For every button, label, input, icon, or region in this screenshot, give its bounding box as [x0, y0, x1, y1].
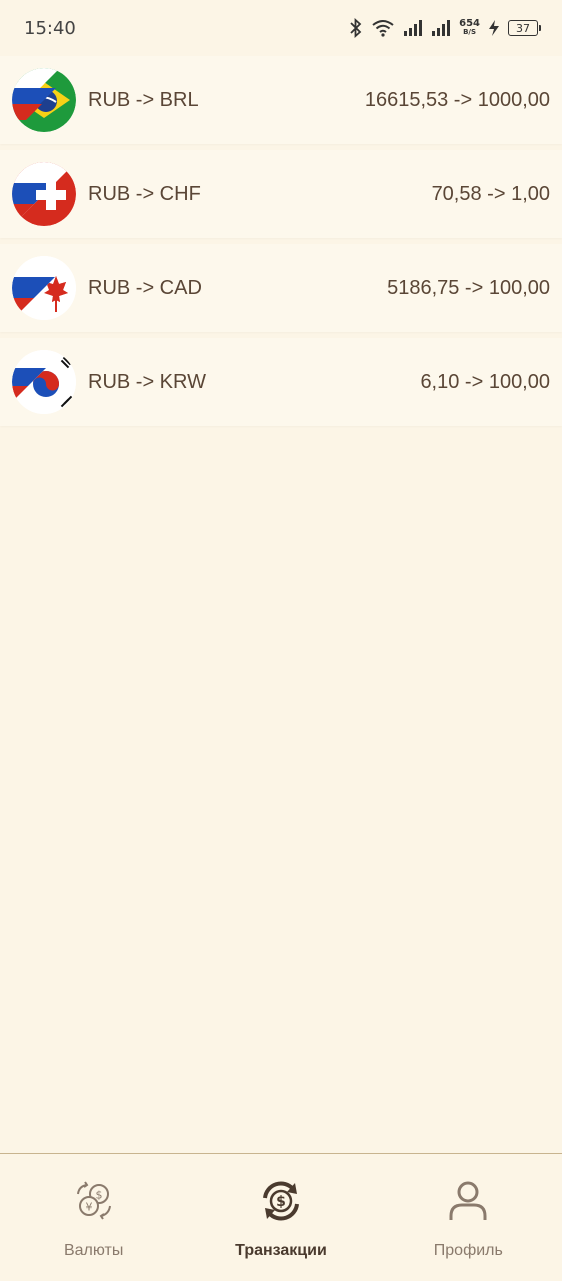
- status-bar: 15:40 654 B/S 37: [0, 0, 562, 56]
- amount-label: 70,58 -> 1,00: [431, 182, 550, 205]
- nav-item-currencies[interactable]: $ ¥ Валюты: [0, 1154, 187, 1281]
- nav-item-profile[interactable]: Профиль: [375, 1154, 562, 1281]
- nav-label: Профиль: [433, 1242, 503, 1259]
- amount-label: 16615,53 -> 1000,00: [364, 88, 550, 111]
- battery-level: 37: [516, 21, 530, 35]
- profile-icon: [447, 1180, 489, 1222]
- charging-icon: [488, 19, 500, 37]
- pair-label: RUB -> CHF: [88, 182, 201, 205]
- nav-label: Валюты: [63, 1242, 124, 1259]
- signal-icon-1: [403, 19, 423, 37]
- transaction-row[interactable]: RUB -> CAD 5186,75 -> 100,00: [0, 244, 562, 332]
- transaction-row[interactable]: RUB -> CHF 70,58 -> 1,00: [0, 150, 562, 238]
- net-speed: 654 B/S: [459, 19, 480, 37]
- nav-item-transactions[interactable]: $ Транзакции: [187, 1154, 374, 1281]
- flag-ru-ch-icon: [12, 162, 76, 226]
- status-icons: 654 B/S 37: [349, 18, 541, 38]
- flag-ru-kr-icon: [12, 350, 76, 414]
- exchange-icon: $: [260, 1180, 302, 1222]
- transaction-list: RUB -> BRL 16615,53 -> 1000,00 RUB -> CH…: [0, 56, 562, 432]
- currencies-icon: $ ¥: [73, 1180, 115, 1222]
- pair-label: RUB -> BRL: [88, 88, 199, 111]
- nav-label: Транзакции: [235, 1242, 327, 1259]
- signal-icon-2: [431, 19, 451, 37]
- flag-ru-br-icon: [12, 68, 76, 132]
- wifi-icon: [371, 19, 395, 37]
- amount-label: 5186,75 -> 100,00: [387, 276, 550, 299]
- svg-text:$: $: [276, 1194, 286, 1210]
- bluetooth-icon: [349, 18, 363, 38]
- net-speed-unit: B/S: [463, 28, 477, 36]
- svg-text:¥: ¥: [85, 1201, 92, 1214]
- transaction-row[interactable]: RUB -> BRL 16615,53 -> 1000,00: [0, 56, 562, 144]
- pair-label: RUB -> KRW: [88, 370, 206, 393]
- amount-label: 6,10 -> 100,00: [420, 370, 550, 393]
- pair-label: RUB -> CAD: [88, 276, 202, 299]
- battery-icon: 37: [508, 20, 541, 36]
- status-time: 15:40: [24, 17, 76, 39]
- flag-ru-ca-icon: [12, 256, 76, 320]
- bottom-navigation: $ ¥ Валюты $ Транзакции Профиль: [0, 1153, 562, 1281]
- transaction-row[interactable]: RUB -> KRW 6,10 -> 100,00: [0, 338, 562, 426]
